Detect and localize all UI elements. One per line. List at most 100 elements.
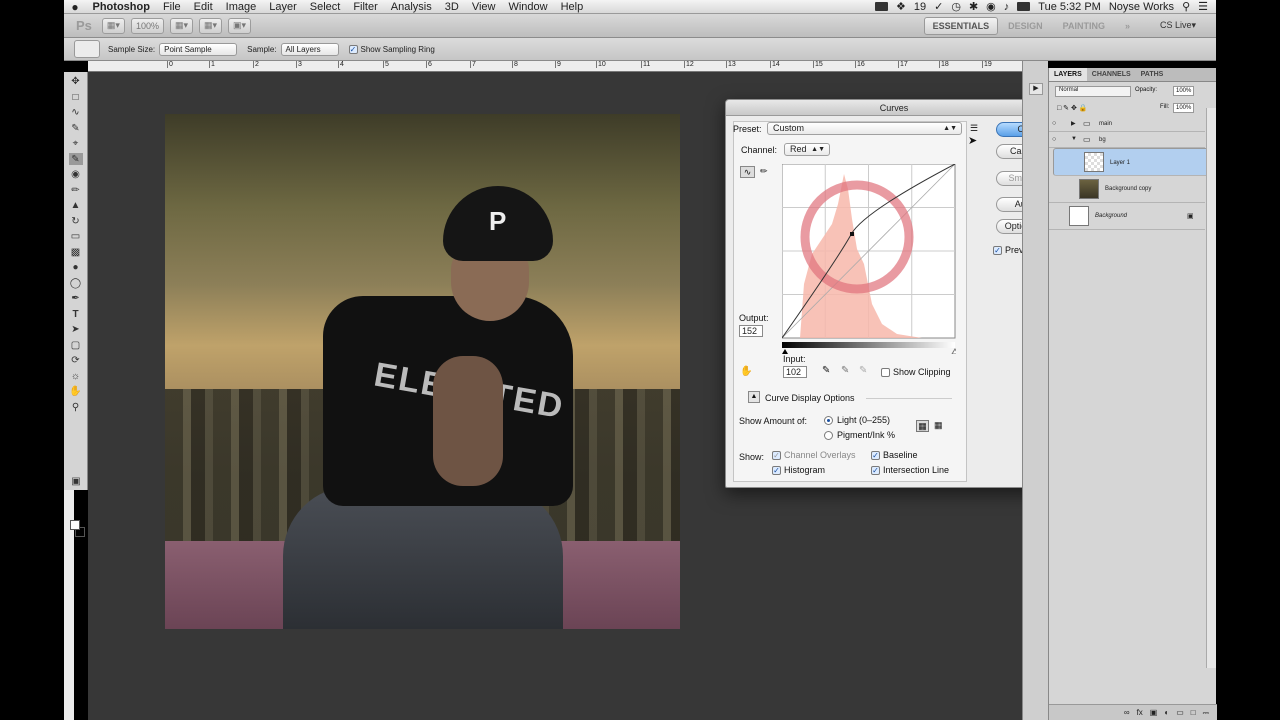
eyedropper-tool-icon[interactable]: ✎ (68, 153, 83, 165)
menu-select[interactable]: Select (303, 1, 347, 13)
dropbox-icon[interactable]: ❖ (896, 0, 906, 13)
black-point-eyedropper-icon[interactable]: ✎ (822, 365, 830, 376)
view-extras-button[interactable]: ▦▾ (169, 17, 193, 34)
fill-field[interactable]: 100% (1173, 103, 1195, 113)
dodge-tool-icon[interactable]: ◯ (69, 277, 83, 289)
menu-help[interactable]: Help (554, 1, 590, 13)
layer-style-icon[interactable]: fx (1137, 708, 1143, 717)
white-point-eyedropper-icon[interactable]: ✎ (859, 365, 867, 376)
list-icon[interactable]: ☰ (1198, 0, 1208, 13)
healing-brush-tool-icon[interactable]: ◉ (69, 169, 83, 181)
workspace-painting[interactable]: PAINTING (1053, 21, 1115, 31)
curve-points-icon[interactable]: ∿ (740, 166, 755, 178)
app-menu[interactable]: Photoshop (86, 1, 156, 13)
menu-layer[interactable]: Layer (263, 1, 304, 13)
time-machine-icon[interactable]: ◷ (951, 0, 961, 13)
preset-select[interactable]: Custom ▲▼ (767, 122, 962, 135)
targeted-adjustment-icon[interactable]: ✋ (740, 366, 752, 377)
quick-select-tool-icon[interactable]: ✎ (69, 122, 83, 134)
tab-channels[interactable]: CHANNELS (1087, 68, 1136, 81)
layer-group-main[interactable]: ○ ▶ ▭ main (1049, 116, 1205, 132)
collapse-toggle-icon[interactable]: ▲ (748, 391, 760, 403)
show-clipping-checkbox[interactable] (881, 368, 890, 377)
quick-mask-icon[interactable]: ▣ (69, 476, 83, 488)
zoom-level[interactable]: 100% (130, 17, 164, 34)
menu-filter[interactable]: Filter (347, 1, 384, 13)
tool-preset-picker[interactable] (74, 40, 100, 58)
crop-tool-icon[interactable]: ⌖ (69, 138, 83, 150)
marquee-tool-icon[interactable]: □ (69, 91, 83, 103)
new-layer-icon[interactable]: □ (1191, 708, 1196, 717)
add-mask-icon[interactable]: ▣ (1150, 708, 1158, 717)
channel-select[interactable]: Red ▲▼ (784, 143, 830, 156)
play-action-icon[interactable]: ▶ (1029, 83, 1043, 95)
move-tool-icon[interactable]: ✥ (69, 76, 83, 88)
menu-window[interactable]: Window (502, 1, 554, 13)
bluetooth-icon[interactable]: ✱ (969, 0, 978, 13)
output-field[interactable]: 152 (739, 325, 763, 337)
menu-image[interactable]: Image (219, 1, 263, 13)
eraser-tool-icon[interactable]: ▭ (69, 231, 83, 243)
delete-layer-icon[interactable]: ⎓ (1203, 708, 1209, 718)
pigment-radio[interactable] (824, 431, 833, 440)
check-icon[interactable]: ✓ (934, 0, 943, 13)
menu-file[interactable]: File (156, 1, 187, 13)
artwork-image[interactable]: ELEVATED P (165, 114, 680, 629)
curve-control-point[interactable] (850, 232, 854, 236)
visibility-icon[interactable]: ○ (1052, 120, 1056, 127)
input-field[interactable]: 102 (783, 366, 807, 378)
spotlight-icon[interactable]: ⚲ (1182, 0, 1190, 13)
foreground-color-swatch[interactable] (70, 520, 80, 530)
hand-tool-icon[interactable]: ✋ (69, 386, 83, 398)
more-workspaces-icon[interactable]: » (1115, 21, 1140, 31)
link-layers-icon[interactable]: ∞ (1124, 708, 1130, 717)
layer-background-copy[interactable]: Background copy (1049, 176, 1205, 203)
bridge-button[interactable]: ▦▾ (101, 17, 125, 34)
horizontal-ruler[interactable]: 01234567891011121314151617181920 (88, 61, 1032, 72)
menu-view[interactable]: View (465, 1, 502, 13)
gradient-tool-icon[interactable]: ▩ (69, 246, 83, 258)
preset-options-icon[interactable]: ☰ (970, 123, 978, 134)
tab-paths[interactable]: PATHS (1136, 68, 1169, 81)
clock[interactable]: Tue 5:32 PM (1038, 1, 1101, 13)
blend-mode-select[interactable]: Normal (1055, 86, 1131, 97)
wifi-icon[interactable]: ◉ (986, 0, 996, 13)
3d-rotate-tool-icon[interactable]: ⟳ (69, 355, 83, 367)
path-selection-tool-icon[interactable]: ➤ (69, 324, 83, 336)
layers-scrollbar[interactable] (1206, 108, 1216, 668)
status-number[interactable]: 19 (914, 1, 926, 13)
menu-3d[interactable]: 3D (438, 1, 465, 13)
gray-point-eyedropper-icon[interactable]: ✎ (841, 365, 849, 376)
curves-graph[interactable] (782, 164, 956, 354)
zoom-tool-icon[interactable]: ⚲ (69, 401, 83, 413)
detailed-grid-icon[interactable]: ▦ (934, 420, 943, 431)
cs-live-button[interactable]: CS Live▾ (1150, 20, 1206, 31)
clone-stamp-tool-icon[interactable]: ▲ (69, 200, 83, 212)
arrange-documents-button[interactable]: ▦▾ (199, 17, 223, 34)
volume-icon[interactable]: ♪ (1004, 1, 1010, 13)
3d-orbit-tool-icon[interactable]: ☼ (69, 370, 83, 382)
screen-mode-button[interactable]: ▣▾ (228, 17, 252, 34)
pen-tool-icon[interactable]: ✒ (69, 293, 83, 305)
group-arrow-icon[interactable]: ▼ (1071, 136, 1077, 142)
light-radio[interactable] (824, 416, 833, 425)
opacity-field[interactable]: 100% (1173, 86, 1195, 96)
simple-grid-icon[interactable]: ▦ (916, 420, 929, 432)
layer-background[interactable]: Background ▣ (1049, 203, 1205, 230)
battery-icon[interactable] (1017, 2, 1031, 11)
apple-menu-icon[interactable]: ● (64, 0, 86, 14)
layer-layer-1[interactable]: Layer 1 (1053, 148, 1209, 176)
tab-layers[interactable]: LAYERS (1049, 68, 1087, 81)
histogram-checkbox[interactable]: ✓ (772, 466, 781, 475)
layer-group-bg[interactable]: ○ ▼ ▭ bg (1049, 132, 1205, 148)
history-brush-tool-icon[interactable]: ↻ (69, 215, 83, 227)
brush-tool-icon[interactable]: ✏ (69, 184, 83, 196)
workspace-design[interactable]: DESIGN (998, 21, 1053, 31)
baseline-checkbox[interactable]: ✓ (871, 451, 880, 460)
lock-icons[interactable]: □ ✎ ✥ 🔒 (1057, 104, 1088, 112)
type-tool-icon[interactable]: T (69, 308, 83, 320)
sample-size-select[interactable]: Point Sample (159, 42, 238, 56)
menu-edit[interactable]: Edit (187, 1, 219, 13)
intersection-line-checkbox[interactable]: ✓ (871, 466, 880, 475)
lasso-tool-icon[interactable]: ∿ (69, 107, 83, 119)
